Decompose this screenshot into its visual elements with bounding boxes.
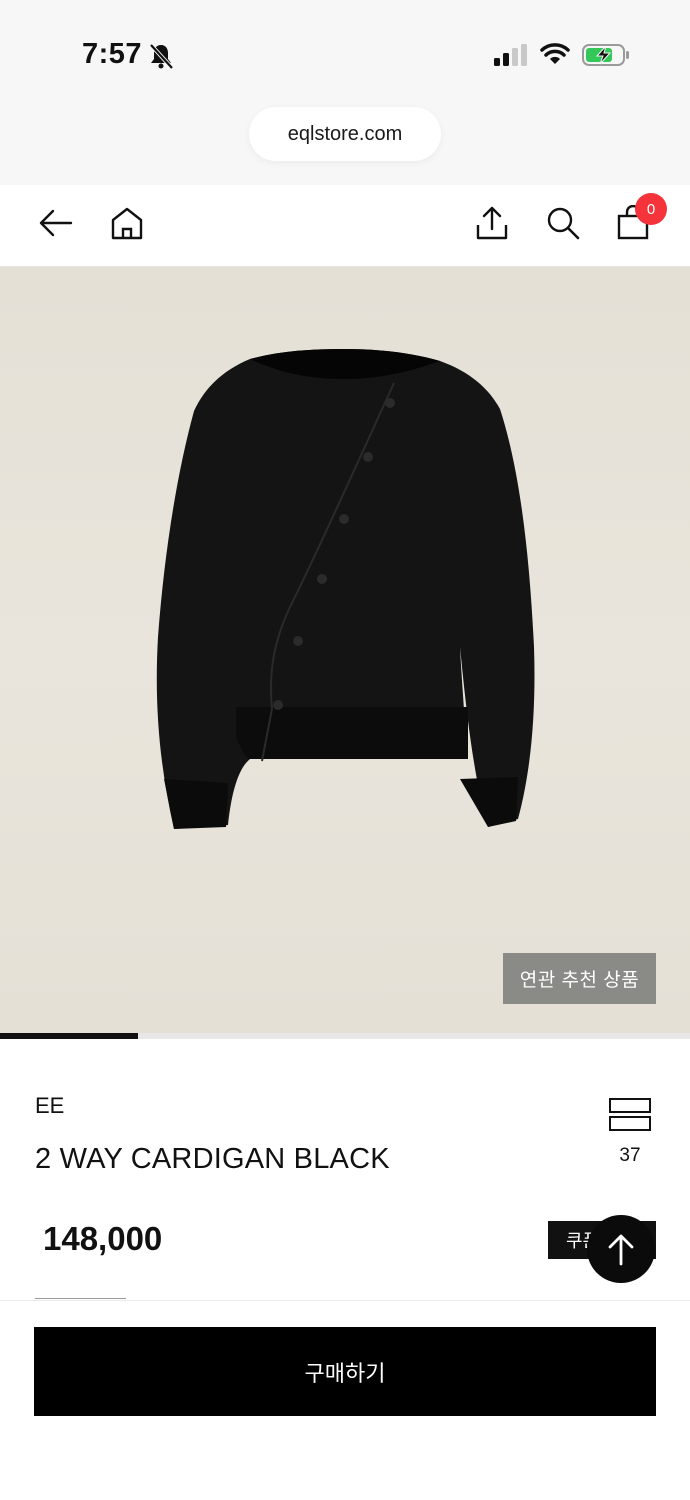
home-icon[interactable] (109, 205, 145, 241)
cellular-signal-icon (494, 44, 527, 66)
search-icon[interactable] (545, 205, 581, 241)
product-price: 148,000 (43, 1220, 163, 1257)
browser-url-bar: eqlstore.com (0, 100, 690, 185)
gallery-progress-fill (0, 1033, 138, 1039)
bell-off-icon (149, 43, 174, 70)
product-brand[interactable]: EE (35, 1093, 64, 1119)
cart-count-badge: 0 (635, 193, 667, 225)
wishlist-count: 37 (619, 1145, 641, 1166)
related-products-button[interactable]: 연관 추천 상품 (503, 953, 656, 1004)
status-time: 7:57 (82, 38, 143, 70)
product-image (156, 349, 535, 829)
gallery-progress-track (0, 1033, 690, 1039)
product-title: 2 WAY CARDIGAN BLACK (35, 1143, 390, 1175)
share-icon[interactable] (474, 205, 510, 241)
top-nav-bar (0, 185, 690, 267)
divider (35, 1298, 126, 1299)
wifi-icon (540, 43, 570, 64)
battery-charging-icon (582, 44, 629, 66)
product-image-gallery[interactable]: 연관 추천 상품 (0, 267, 690, 1035)
buy-button[interactable]: 구매하기 (34, 1327, 656, 1416)
status-bar: 7:57 (0, 0, 690, 100)
wishlist-icon[interactable] (609, 1098, 651, 1132)
url-field[interactable]: eqlstore.com (249, 107, 441, 161)
arrow-up-icon (608, 1234, 634, 1266)
back-arrow-icon[interactable] (38, 205, 74, 241)
scroll-to-top-button[interactable] (587, 1215, 655, 1283)
